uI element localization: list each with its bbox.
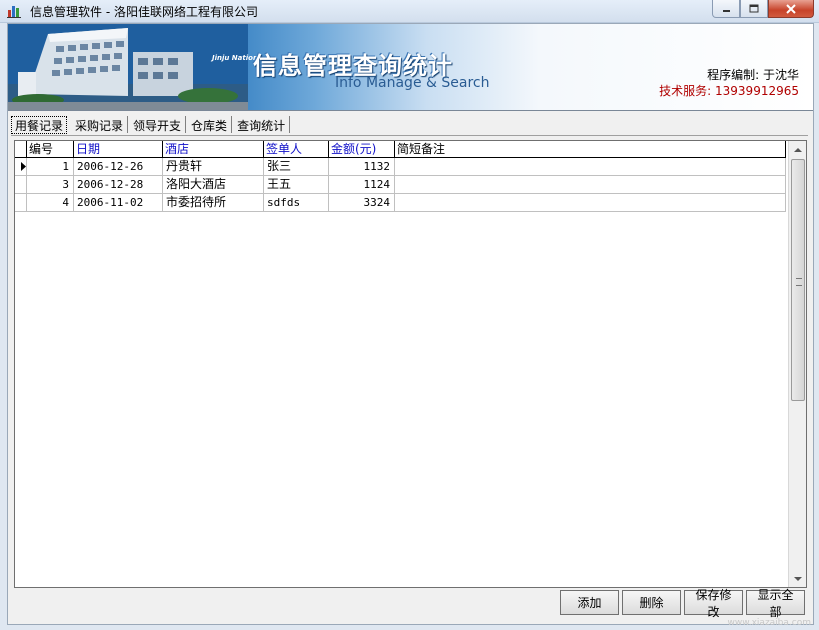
- column-header-date[interactable]: 日期: [74, 141, 163, 157]
- add-button[interactable]: 添加: [560, 590, 619, 615]
- column-header-id[interactable]: 编号: [27, 141, 74, 157]
- close-button[interactable]: [768, 0, 814, 18]
- author-credit: 程序编制: 于沈华: [707, 68, 799, 82]
- cell-id[interactable]: 3: [27, 176, 74, 193]
- window-title: 信息管理软件 - 洛阳佳联网络工程有限公司: [30, 5, 258, 19]
- table-row[interactable]: 3 2006-12-28 洛阳大酒店 王五 1124: [15, 176, 786, 194]
- delete-button[interactable]: 删除: [622, 590, 681, 615]
- table-row[interactable]: 4 2006-11-02 市委招待所 sdfds 3324: [15, 194, 786, 212]
- window-controls: [712, 0, 814, 18]
- row-indicator: [15, 176, 27, 193]
- header-banner: Jinju Nationa 信息管理查询统计 Info Manage & Sea…: [8, 24, 813, 111]
- grid-header: 编号 日期 酒店 签单人 金额(元) 简短备注: [15, 141, 786, 158]
- records-grid[interactable]: 编号 日期 酒店 签单人 金额(元) 简短备注 1 2006-12-26 丹贵轩…: [14, 140, 807, 588]
- row-indicator: [15, 194, 27, 211]
- watermark: www.xiazaiba.com: [727, 618, 811, 628]
- cell-amount[interactable]: 1132: [329, 158, 395, 175]
- current-row-indicator: [15, 158, 27, 175]
- column-header-note[interactable]: 简短备注: [395, 141, 786, 157]
- column-header-signer[interactable]: 签单人: [264, 141, 329, 157]
- main-window: Jinju Nationa 信息管理查询统计 Info Manage & Sea…: [7, 23, 814, 625]
- tab-divider: [11, 135, 808, 136]
- column-header-amount[interactable]: 金额(元): [329, 141, 395, 157]
- cell-hotel[interactable]: 丹贵轩: [163, 158, 264, 175]
- maximize-icon: [749, 4, 759, 13]
- tab-strip: 用餐记录 采购记录 领导开支 仓库类 查询统计: [11, 116, 291, 134]
- scroll-up-button[interactable]: [789, 141, 806, 158]
- tab-query-stats[interactable]: 查询统计: [233, 116, 291, 133]
- close-icon: [786, 3, 796, 14]
- banner-subtitle: Info Manage & Search: [335, 75, 490, 91]
- cell-note[interactable]: [395, 158, 786, 175]
- tab-leader-expenses[interactable]: 领导开支: [129, 116, 187, 133]
- title-bar: 信息管理软件 - 洛阳佳联网络工程有限公司: [0, 0, 819, 23]
- cell-date[interactable]: 2006-12-26: [74, 158, 163, 175]
- show-all-button[interactable]: 显示全部: [746, 588, 805, 619]
- cell-date[interactable]: 2006-11-02: [74, 194, 163, 211]
- tab-warehouse[interactable]: 仓库类: [187, 116, 233, 133]
- cell-amount[interactable]: 1124: [329, 176, 395, 193]
- cell-note[interactable]: [395, 194, 786, 211]
- cell-id[interactable]: 4: [27, 194, 74, 211]
- save-button[interactable]: 保存修改: [684, 588, 743, 619]
- building-image: [8, 24, 248, 110]
- tab-meal-records[interactable]: 用餐记录: [11, 116, 68, 134]
- cell-signer[interactable]: 张三: [264, 158, 329, 175]
- bar-chart-icon: [7, 6, 21, 18]
- column-header-hotel[interactable]: 酒店: [163, 141, 264, 157]
- grip-icon: [796, 278, 802, 286]
- cell-id[interactable]: 1: [27, 158, 74, 175]
- header-indicator: [15, 141, 27, 157]
- support-credit: 技术服务: 13939912965: [659, 84, 799, 98]
- tab-purchase-records[interactable]: 采购记录: [71, 116, 129, 133]
- action-bar: 添加 删除 保存修改 显示全部: [560, 588, 805, 619]
- maximize-button[interactable]: [740, 0, 768, 18]
- table-row[interactable]: 1 2006-12-26 丹贵轩 张三 1132: [15, 158, 786, 176]
- cell-hotel[interactable]: 市委招待所: [163, 194, 264, 211]
- minimize-icon: [722, 10, 730, 12]
- scroll-thumb[interactable]: [791, 159, 805, 401]
- cell-date[interactable]: 2006-12-28: [74, 176, 163, 193]
- cell-note[interactable]: [395, 176, 786, 193]
- cell-amount[interactable]: 3324: [329, 194, 395, 211]
- cell-hotel[interactable]: 洛阳大酒店: [163, 176, 264, 193]
- vertical-scrollbar[interactable]: [788, 141, 806, 587]
- row-pointer-icon: [21, 162, 26, 171]
- scroll-down-icon: [793, 576, 802, 581]
- minimize-button[interactable]: [712, 0, 740, 18]
- scroll-up-icon: [793, 147, 802, 152]
- scroll-down-button[interactable]: [789, 570, 806, 587]
- cell-signer[interactable]: sdfds: [264, 194, 329, 211]
- cell-signer[interactable]: 王五: [264, 176, 329, 193]
